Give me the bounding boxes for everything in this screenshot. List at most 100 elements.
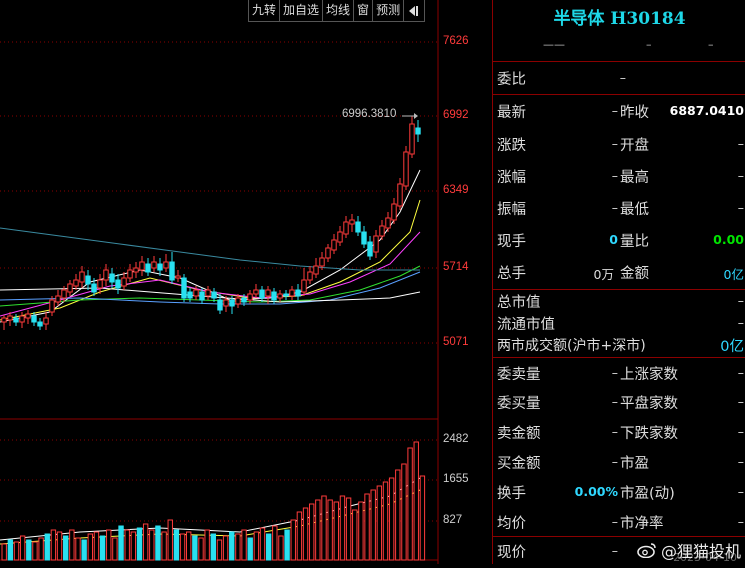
- watermark-text: @狸猫投机: [660, 542, 741, 561]
- candle-body: [265, 289, 271, 297]
- latest-label: 最新: [497, 105, 526, 121]
- volume-bar: [253, 531, 260, 561]
- quote-row-2: 涨跌 – 开盘 –: [493, 130, 745, 160]
- add-watchlist-button[interactable]: 加自选: [280, 0, 324, 21]
- sell-amt-label: 卖金额: [497, 426, 541, 442]
- candle-body: [373, 235, 379, 253]
- mktcap-label: 总市值: [497, 295, 541, 311]
- volume-bar: [75, 537, 81, 561]
- quote-row-3: 涨幅 – 最高 –: [493, 162, 745, 192]
- forecast-button[interactable]: 预测: [373, 0, 405, 21]
- volume-bar: [198, 537, 204, 561]
- volume-bar: [1, 543, 7, 561]
- volume-bar: [382, 481, 389, 561]
- candle-body: [415, 127, 421, 135]
- candle-body: [163, 261, 169, 269]
- candle-body: [157, 263, 163, 271]
- candle-body: [271, 291, 277, 301]
- quote-row-5: 现手 0 量比 0.00: [493, 226, 745, 256]
- candle-body: [379, 225, 385, 237]
- kline-chart[interactable]: [0, 0, 492, 564]
- window-button[interactable]: 窗: [354, 0, 374, 21]
- candle-body: [367, 241, 373, 257]
- buy-qty-label: 委买量: [497, 396, 541, 412]
- volume-bar: [136, 527, 143, 561]
- volume-bar: [167, 519, 173, 561]
- candlesticks: [1, 116, 421, 330]
- candle-body: [283, 293, 289, 297]
- prev-close-label: 昨收: [620, 105, 649, 121]
- candle-body: [355, 221, 361, 233]
- candle-body: [49, 299, 55, 313]
- turnover-value: 0.00%: [574, 484, 618, 499]
- change-value: –: [611, 136, 618, 151]
- volume-bar: [63, 535, 69, 561]
- avg-value: –: [611, 514, 618, 529]
- volume-bar: [321, 495, 327, 561]
- candle-body: [199, 291, 205, 301]
- peak-price-label: 6996.3810: [342, 108, 397, 120]
- volume-bar: [241, 529, 247, 561]
- latest-value: –: [611, 103, 618, 118]
- candle-body: [259, 289, 265, 299]
- volume-bar: [106, 529, 112, 561]
- volume-tick-1655: 1655: [443, 473, 469, 485]
- volume-bar: [161, 531, 167, 561]
- down-count-value: –: [737, 424, 744, 439]
- volume-bar: [309, 503, 315, 561]
- prev-close-value: 6887.0410: [669, 103, 744, 118]
- candle-body: [217, 299, 223, 311]
- volume-bar: [56, 531, 63, 561]
- two-market-value: 0亿: [720, 339, 744, 355]
- volume-bar: [112, 537, 118, 561]
- candle-body: [121, 277, 127, 287]
- candle-body: [25, 313, 31, 319]
- price-tick-5071: 5071: [443, 336, 469, 348]
- quote-row-9: 卖金额 – 下跌家数 –: [493, 418, 745, 448]
- buy-amt-label: 买金额: [497, 456, 541, 472]
- index-title: 半导体 H30184: [553, 9, 686, 29]
- peak-marker: [402, 113, 418, 119]
- volume-bars: [1, 441, 426, 561]
- collapse-right-icon[interactable]: [404, 0, 424, 21]
- down-count-label: 下跌家数: [620, 426, 678, 442]
- volume-bar: [87, 533, 93, 561]
- price-tick-6992: 6992: [443, 109, 469, 121]
- quote-row-4: 振幅 – 最低 –: [493, 194, 745, 224]
- sub-value-3: –: [708, 38, 714, 51]
- volume-bar: [376, 485, 383, 561]
- open-label: 开盘: [620, 138, 649, 154]
- candle-body: [253, 289, 259, 295]
- volume-bar: [69, 529, 75, 561]
- amount-label: 金额: [620, 266, 649, 282]
- moving-average-lines: [0, 169, 421, 323]
- float-cap-label: 流通市值: [497, 317, 555, 333]
- volume-tick-827: 827: [443, 514, 463, 526]
- volume-bar: [395, 469, 401, 561]
- avg-label: 均价: [497, 516, 526, 532]
- volume-bar: [26, 539, 32, 561]
- candle-body: [115, 279, 121, 289]
- nine-turn-button[interactable]: 九转: [249, 0, 281, 21]
- volume-bar: [216, 539, 223, 561]
- price-tick-7626: 7626: [443, 35, 469, 47]
- cur-hand-value: 0: [609, 232, 618, 247]
- candle-body: [13, 317, 19, 323]
- mktcap-value: –: [737, 293, 744, 308]
- candle-body: [337, 231, 343, 243]
- candle-body: [145, 263, 151, 273]
- volume-bar: [247, 537, 253, 561]
- watermark: @狸猫投机: [637, 538, 741, 562]
- moving-average-button[interactable]: 均线: [323, 0, 355, 21]
- cur-hand-label: 现手: [497, 234, 526, 250]
- candle-body: [409, 123, 415, 155]
- volume-bar: [358, 501, 364, 561]
- candle-body: [139, 261, 145, 271]
- candle-body: [385, 217, 391, 229]
- candle-body: [319, 257, 325, 267]
- candle-body: [301, 279, 307, 293]
- candle-body: [109, 273, 115, 283]
- low-label: 最低: [620, 202, 649, 218]
- volume-bar: [364, 493, 370, 561]
- volume-bar: [186, 531, 192, 561]
